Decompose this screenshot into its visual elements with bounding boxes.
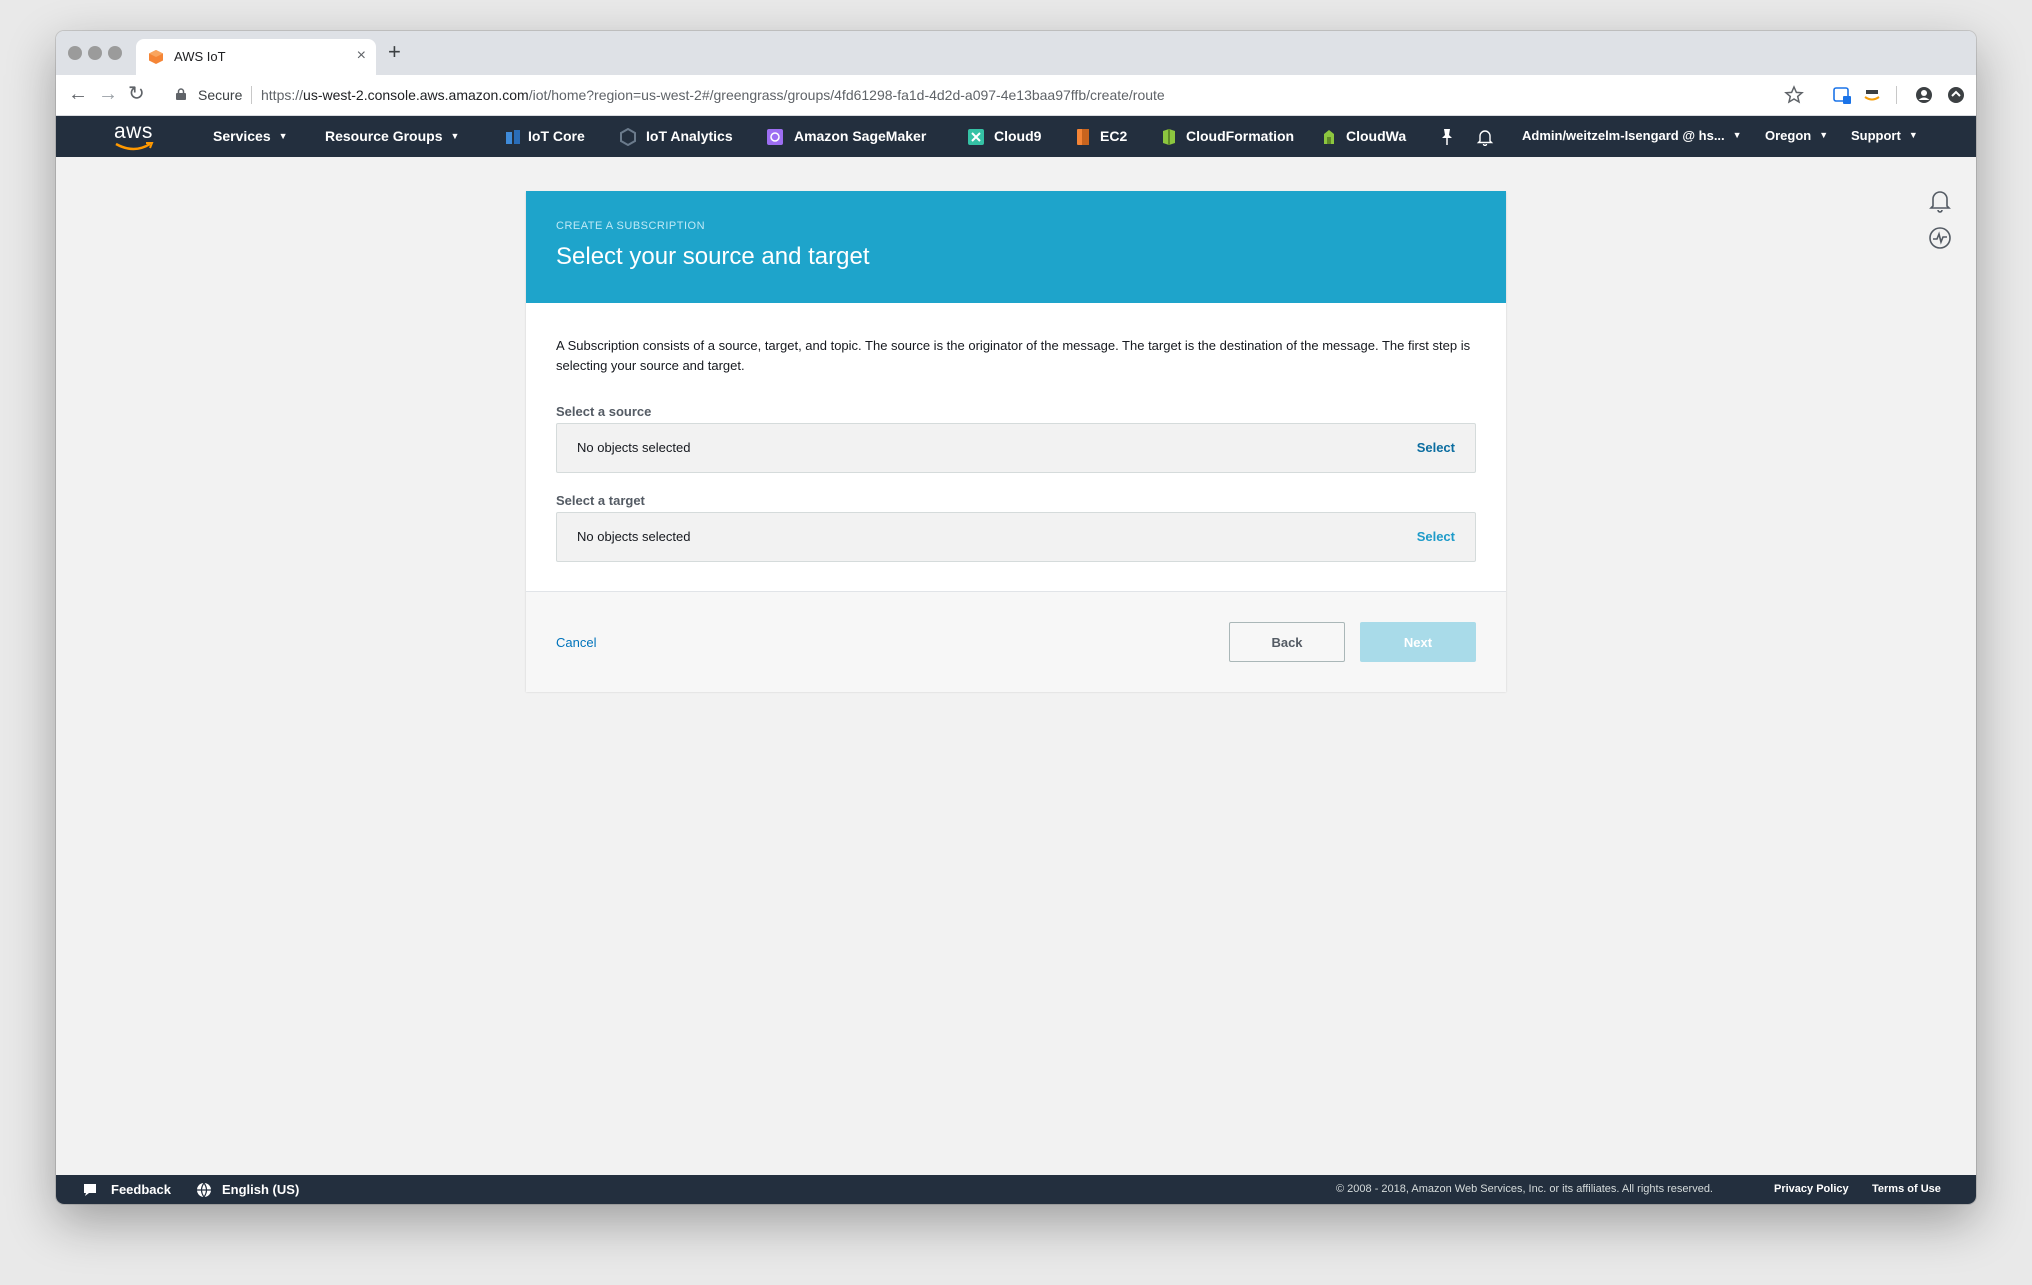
services-menu[interactable]: Services ▼ xyxy=(213,128,288,144)
forward-arrow-icon[interactable]: → xyxy=(98,82,118,106)
lock-icon xyxy=(176,88,186,100)
account-menu[interactable]: Admin/weitzelm-Isengard @ hs... ▼ xyxy=(1522,128,1742,143)
chevron-down-icon: ▼ xyxy=(1819,130,1829,140)
shortcut-amazon-sagemaker[interactable]: Amazon SageMaker xyxy=(794,128,926,144)
source-label: Select a source xyxy=(556,404,652,419)
url-path: /iot/home?region=us-west-2#/greengrass/g… xyxy=(528,87,1165,103)
target-value: No objects selected xyxy=(577,529,691,544)
amazon-assistant-icon[interactable] xyxy=(1862,85,1882,105)
feedback-bubble-icon xyxy=(84,1184,96,1196)
reload-icon[interactable]: ↻ xyxy=(128,82,145,106)
aws-iot-favicon-icon xyxy=(149,50,163,64)
shortcut-cloudformation[interactable]: CloudFormation xyxy=(1186,128,1294,144)
toolbar-separator xyxy=(1896,86,1897,104)
shortcut-iot-core[interactable]: IoT Core xyxy=(528,128,585,144)
address-separator xyxy=(251,86,252,104)
globe-icon xyxy=(197,1182,211,1198)
new-tab-button[interactable]: + xyxy=(388,39,401,65)
copyright-text: © 2008 - 2018, Amazon Web Services, Inc.… xyxy=(1336,1183,1713,1195)
url-prefix: https:// xyxy=(261,87,304,103)
browser-tab[interactable]: AWS IoT × xyxy=(136,39,376,75)
chevron-down-icon: ▼ xyxy=(278,131,288,141)
tab-title: AWS IoT xyxy=(174,49,226,64)
source-selector[interactable]: No objects selected Select xyxy=(556,423,1476,473)
tab-strip: AWS IoT × + xyxy=(56,31,1976,75)
bookmark-star-icon[interactable] xyxy=(1784,85,1804,105)
secure-label: Secure xyxy=(198,87,243,103)
shortcut-iot-analytics[interactable]: IoT Analytics xyxy=(646,128,733,144)
cancel-link[interactable]: Cancel xyxy=(556,635,596,650)
shortcut-ec2[interactable]: EC2 xyxy=(1100,128,1127,144)
cloudwatch-icon xyxy=(1324,130,1334,144)
bell-icon[interactable] xyxy=(1476,128,1494,146)
aws-smile-icon xyxy=(115,142,154,151)
browser-window: AWS IoT × + ← → ↻ Secure https://us-west… xyxy=(56,31,1976,1204)
resource-groups-menu[interactable]: Resource Groups ▼ xyxy=(325,128,459,144)
ec2-icon xyxy=(1077,129,1089,145)
card-footer: Cancel Back Next xyxy=(526,591,1506,692)
address-bar[interactable]: https://us-west-2.console.aws.amazon.com… xyxy=(261,87,1165,103)
shortcut-cloud9[interactable]: Cloud9 xyxy=(994,128,1041,144)
cloudformation-icon xyxy=(1163,129,1175,145)
shortcut-cloudwatch[interactable]: CloudWa xyxy=(1346,128,1406,144)
chevron-down-icon: ▼ xyxy=(1732,130,1742,140)
select-target-button[interactable]: Select xyxy=(1417,529,1455,544)
support-label: Support xyxy=(1851,128,1901,143)
url-host: us-west-2.console.aws.amazon.com xyxy=(303,87,529,103)
source-value: No objects selected xyxy=(577,440,691,455)
pin-icon[interactable] xyxy=(1440,128,1454,146)
profile-icon[interactable] xyxy=(1914,85,1934,105)
iot-core-icon xyxy=(506,130,520,144)
create-subscription-card: CREATE A SUBSCRIPTION Select your source… xyxy=(526,191,1506,692)
resource-groups-label: Resource Groups xyxy=(325,128,443,144)
window-zoom-dot[interactable] xyxy=(108,46,122,60)
aws-logo-text: aws xyxy=(114,120,153,143)
chevron-down-icon: ▼ xyxy=(1908,130,1918,140)
extension-icon[interactable] xyxy=(1832,85,1852,105)
back-arrow-icon[interactable]: ← xyxy=(68,82,88,106)
region-menu[interactable]: Oregon ▼ xyxy=(1765,128,1828,143)
cloud9-icon xyxy=(968,129,984,145)
next-button[interactable]: Next xyxy=(1360,622,1476,662)
window-close-dot[interactable] xyxy=(68,46,82,60)
target-selector[interactable]: No objects selected Select xyxy=(556,512,1476,562)
region-label: Oregon xyxy=(1765,128,1812,143)
iot-analytics-icon xyxy=(620,128,636,146)
activity-pulse-icon[interactable] xyxy=(1928,226,1952,250)
card-header: CREATE A SUBSCRIPTION Select your source… xyxy=(526,191,1506,303)
subscription-description: A Subscription consists of a source, tar… xyxy=(556,338,1471,373)
language-selector[interactable]: English (US) xyxy=(222,1182,299,1197)
step-eyebrow: CREATE A SUBSCRIPTION xyxy=(556,220,706,232)
page-title: Select your source and target xyxy=(556,243,870,270)
aws-console-nav: aws Services ▼ Resource Groups ▼ IoT Core … xyxy=(56,116,1976,157)
account-label: Admin/weitzelm-Isengard @ hs... xyxy=(1522,128,1725,143)
select-source-button[interactable]: Select xyxy=(1417,440,1455,455)
browser-menu-icon[interactable] xyxy=(1946,85,1966,105)
tab-close-icon[interactable]: × xyxy=(357,47,366,65)
target-label: Select a target xyxy=(556,493,645,508)
browser-toolbar: ← → ↻ Secure https://us-west-2.console.a… xyxy=(56,75,1976,116)
aws-logo[interactable]: aws xyxy=(114,120,154,151)
services-label: Services xyxy=(213,128,271,144)
support-menu[interactable]: Support ▼ xyxy=(1851,128,1918,143)
notifications-bell-icon[interactable] xyxy=(1928,189,1952,213)
window-minimize-dot[interactable] xyxy=(88,46,102,60)
terms-of-use-link[interactable]: Terms of Use xyxy=(1872,1183,1941,1195)
feedback-link[interactable]: Feedback xyxy=(111,1182,171,1197)
privacy-policy-link[interactable]: Privacy Policy xyxy=(1774,1183,1849,1195)
sagemaker-icon xyxy=(767,129,783,145)
chevron-down-icon: ▼ xyxy=(450,131,460,141)
console-footer: Feedback English (US) © 2008 - 2018, Ama… xyxy=(56,1175,1976,1204)
back-button[interactable]: Back xyxy=(1229,622,1345,662)
